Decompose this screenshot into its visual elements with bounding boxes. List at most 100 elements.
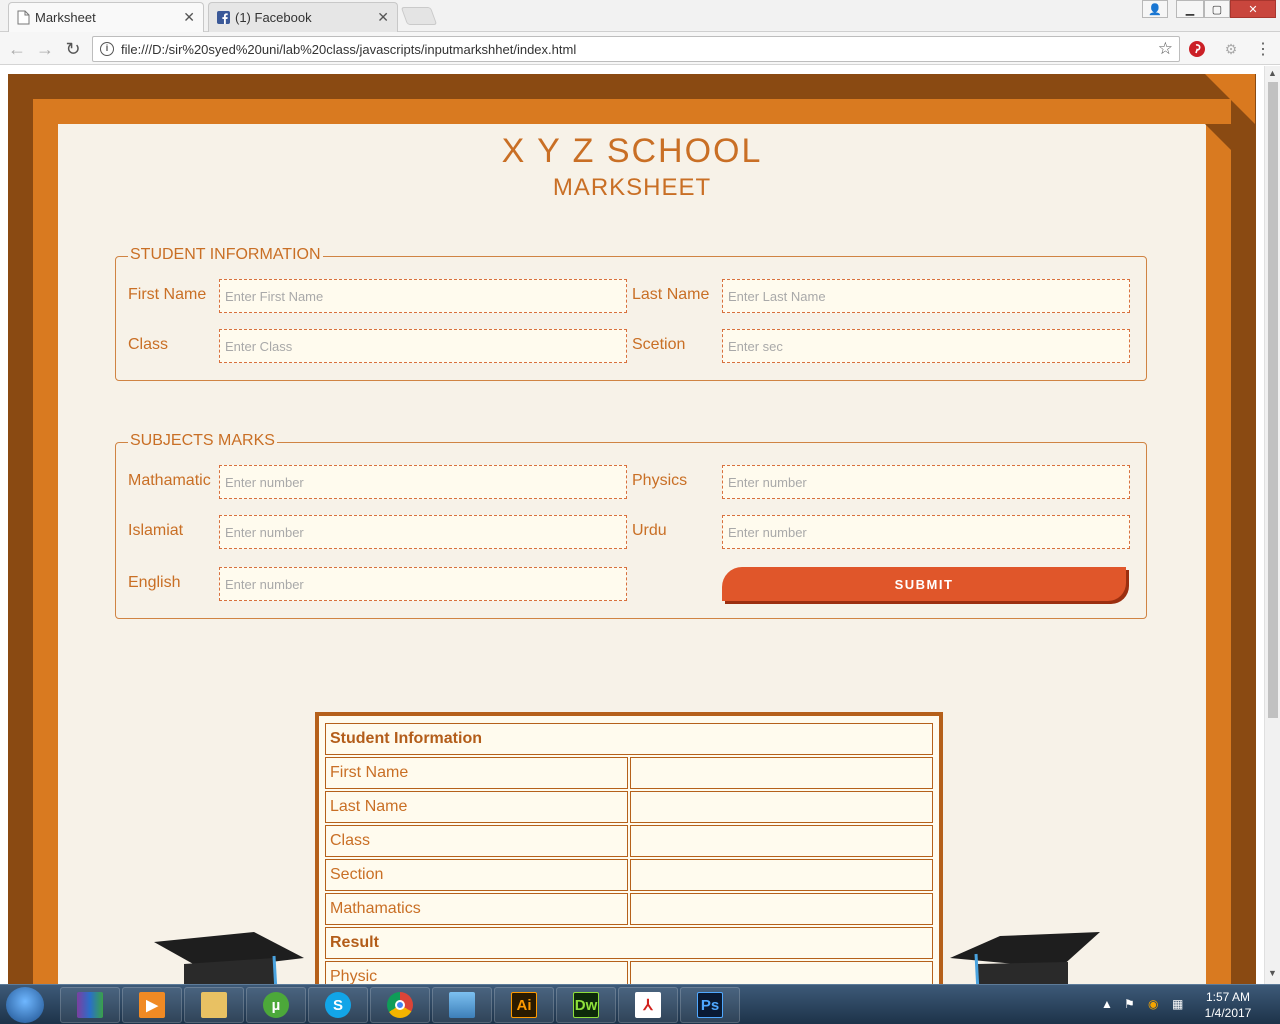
result-header: Result: [325, 927, 933, 959]
skype-icon[interactable]: S: [308, 987, 368, 1023]
tray-expand-icon[interactable]: ▲: [1101, 997, 1113, 1011]
section-value-cell: [630, 859, 933, 891]
physics-input[interactable]: [722, 465, 1130, 499]
extension-icon[interactable]: ⚙: [1220, 38, 1242, 60]
english-input[interactable]: [219, 567, 627, 601]
tray-app-icon[interactable]: ◉: [1148, 997, 1158, 1011]
class-value-cell: [630, 825, 933, 857]
close-window-button[interactable]: ✕: [1230, 0, 1276, 18]
bookmark-star-icon[interactable]: ☆: [1158, 39, 1173, 59]
photo-viewer-icon[interactable]: [432, 987, 492, 1023]
clock-date: 1/4/2017: [1204, 1006, 1252, 1020]
minimize-button[interactable]: ▁: [1176, 0, 1204, 18]
photoshop-icon[interactable]: Ps: [680, 987, 740, 1023]
school-title: X Y Z SCHOOL: [501, 132, 763, 170]
student-info-legend: STUDENT INFORMATION: [128, 246, 323, 264]
table-row: Physic: [325, 961, 933, 984]
first-name-input[interactable]: [219, 279, 627, 313]
acrobat-icon[interactable]: ⅄: [618, 987, 678, 1023]
outer-frame: X Y Z SCHOOL MARKSHEET STUDENT INFORMATI…: [8, 74, 1256, 984]
student-info-fieldset: STUDENT INFORMATION First Name Last Name…: [115, 246, 1147, 381]
result-table: Student Information First Name Last Name…: [315, 712, 943, 984]
pinterest-icon[interactable]: [1188, 40, 1206, 58]
physics-value-cell: [630, 961, 933, 984]
start-button[interactable]: [6, 987, 44, 1023]
student-info-header: Student Information: [325, 723, 933, 755]
page-icon: [17, 10, 30, 25]
facebook-icon: [217, 11, 230, 24]
table-cell-label: Section: [325, 859, 628, 891]
math-input[interactable]: [219, 465, 627, 499]
reload-icon[interactable]: ↻: [62, 38, 84, 60]
tab-facebook[interactable]: (1) Facebook ✕: [208, 2, 398, 32]
table-row: Last Name: [325, 791, 933, 823]
flag-icon[interactable]: ⚑: [1124, 997, 1135, 1011]
table-cell-label: Class: [325, 825, 628, 857]
tab-marksheet[interactable]: Marksheet ✕: [8, 2, 204, 32]
math-label: Mathamatic: [128, 472, 211, 489]
table-row: Result: [325, 927, 933, 959]
illustrator-icon[interactable]: Ai: [494, 987, 554, 1023]
scroll-down-icon[interactable]: ▼: [1268, 968, 1277, 978]
info-icon[interactable]: i: [100, 42, 114, 56]
table-row: Class: [325, 825, 933, 857]
subjects-marks-fieldset: SUBJECTS MARKS Mathamatic Physics Islami…: [115, 432, 1147, 619]
url-text: file:///D:/sir%20syed%20uni/lab%20class/…: [121, 42, 577, 57]
close-icon[interactable]: ✕: [377, 9, 389, 26]
page-viewport: X Y Z SCHOOL MARKSHEET STUDENT INFORMATI…: [0, 66, 1264, 984]
browser-tab-bar: Marksheet ✕ (1) Facebook ✕ 👤 ▁ ▢ ✕: [0, 0, 1280, 32]
urdu-input[interactable]: [722, 515, 1130, 549]
table-row: Student Information: [325, 723, 933, 755]
system-clock[interactable]: 1:57 AM 1/4/2017: [1198, 989, 1258, 1021]
submit-button[interactable]: SUBMIT: [722, 567, 1126, 601]
first-name-value-cell: [630, 757, 933, 789]
graduation-cap-icon: [950, 932, 1100, 984]
address-toolbar: ← → ↻ i file:///D:/sir%20syed%20uni/lab%…: [0, 32, 1280, 65]
new-tab-button[interactable]: [400, 7, 438, 25]
address-bar[interactable]: i file:///D:/sir%20syed%20uni/lab%20clas…: [92, 36, 1180, 62]
page-scrollbar[interactable]: ▲ ▼: [1264, 66, 1280, 984]
frame-inner-corner: [1205, 124, 1235, 154]
table-row: Section: [325, 859, 933, 891]
back-icon[interactable]: ←: [6, 38, 28, 60]
section-label: Scetion: [632, 336, 686, 353]
winrar-icon[interactable]: [60, 987, 120, 1023]
chrome-icon[interactable]: [370, 987, 430, 1023]
last-name-label: Last Name: [632, 286, 710, 303]
table-cell-label: First Name: [325, 757, 628, 789]
marksheet-paper: X Y Z SCHOOL MARKSHEET STUDENT INFORMATI…: [58, 124, 1206, 984]
illustrator-label: Ai: [511, 992, 537, 1018]
last-name-input[interactable]: [722, 279, 1130, 313]
subjects-marks-legend: SUBJECTS MARKS: [128, 432, 277, 450]
table-row: Mathamatics: [325, 893, 933, 925]
islamiat-input[interactable]: [219, 515, 627, 549]
section-input[interactable]: [722, 329, 1130, 363]
clock-time: 1:57 AM: [1205, 990, 1251, 1004]
forward-icon[interactable]: →: [34, 38, 56, 60]
utorrent-icon[interactable]: µ: [246, 987, 306, 1023]
table-cell-label: Physic: [325, 961, 628, 984]
file-explorer-icon[interactable]: [184, 987, 244, 1023]
close-icon[interactable]: ✕: [183, 9, 195, 26]
islamiat-label: Islamiat: [128, 522, 184, 539]
class-input[interactable]: [219, 329, 627, 363]
english-label: English: [128, 574, 181, 591]
dreamweaver-label: Dw: [573, 992, 599, 1018]
menu-icon[interactable]: ⋮: [1252, 38, 1274, 60]
media-player-icon[interactable]: ▶: [122, 987, 182, 1023]
page-title: MARKSHEET: [552, 174, 712, 201]
tab-title: (1) Facebook: [235, 10, 312, 25]
urdu-label: Urdu: [632, 522, 667, 539]
scroll-up-icon[interactable]: ▲: [1268, 68, 1277, 78]
photoshop-label: Ps: [697, 992, 723, 1018]
class-label: Class: [128, 336, 169, 353]
maximize-button[interactable]: ▢: [1204, 0, 1230, 18]
user-profile-icon[interactable]: 👤: [1142, 0, 1168, 18]
tab-title: Marksheet: [35, 10, 96, 25]
graduation-cap-icon: [154, 932, 304, 984]
math-value-cell: [630, 893, 933, 925]
dreamweaver-icon[interactable]: Dw: [556, 987, 616, 1023]
scroll-thumb[interactable]: [1268, 82, 1278, 718]
network-icon[interactable]: ▦: [1172, 997, 1183, 1011]
table-cell-label: Mathamatics: [325, 893, 628, 925]
